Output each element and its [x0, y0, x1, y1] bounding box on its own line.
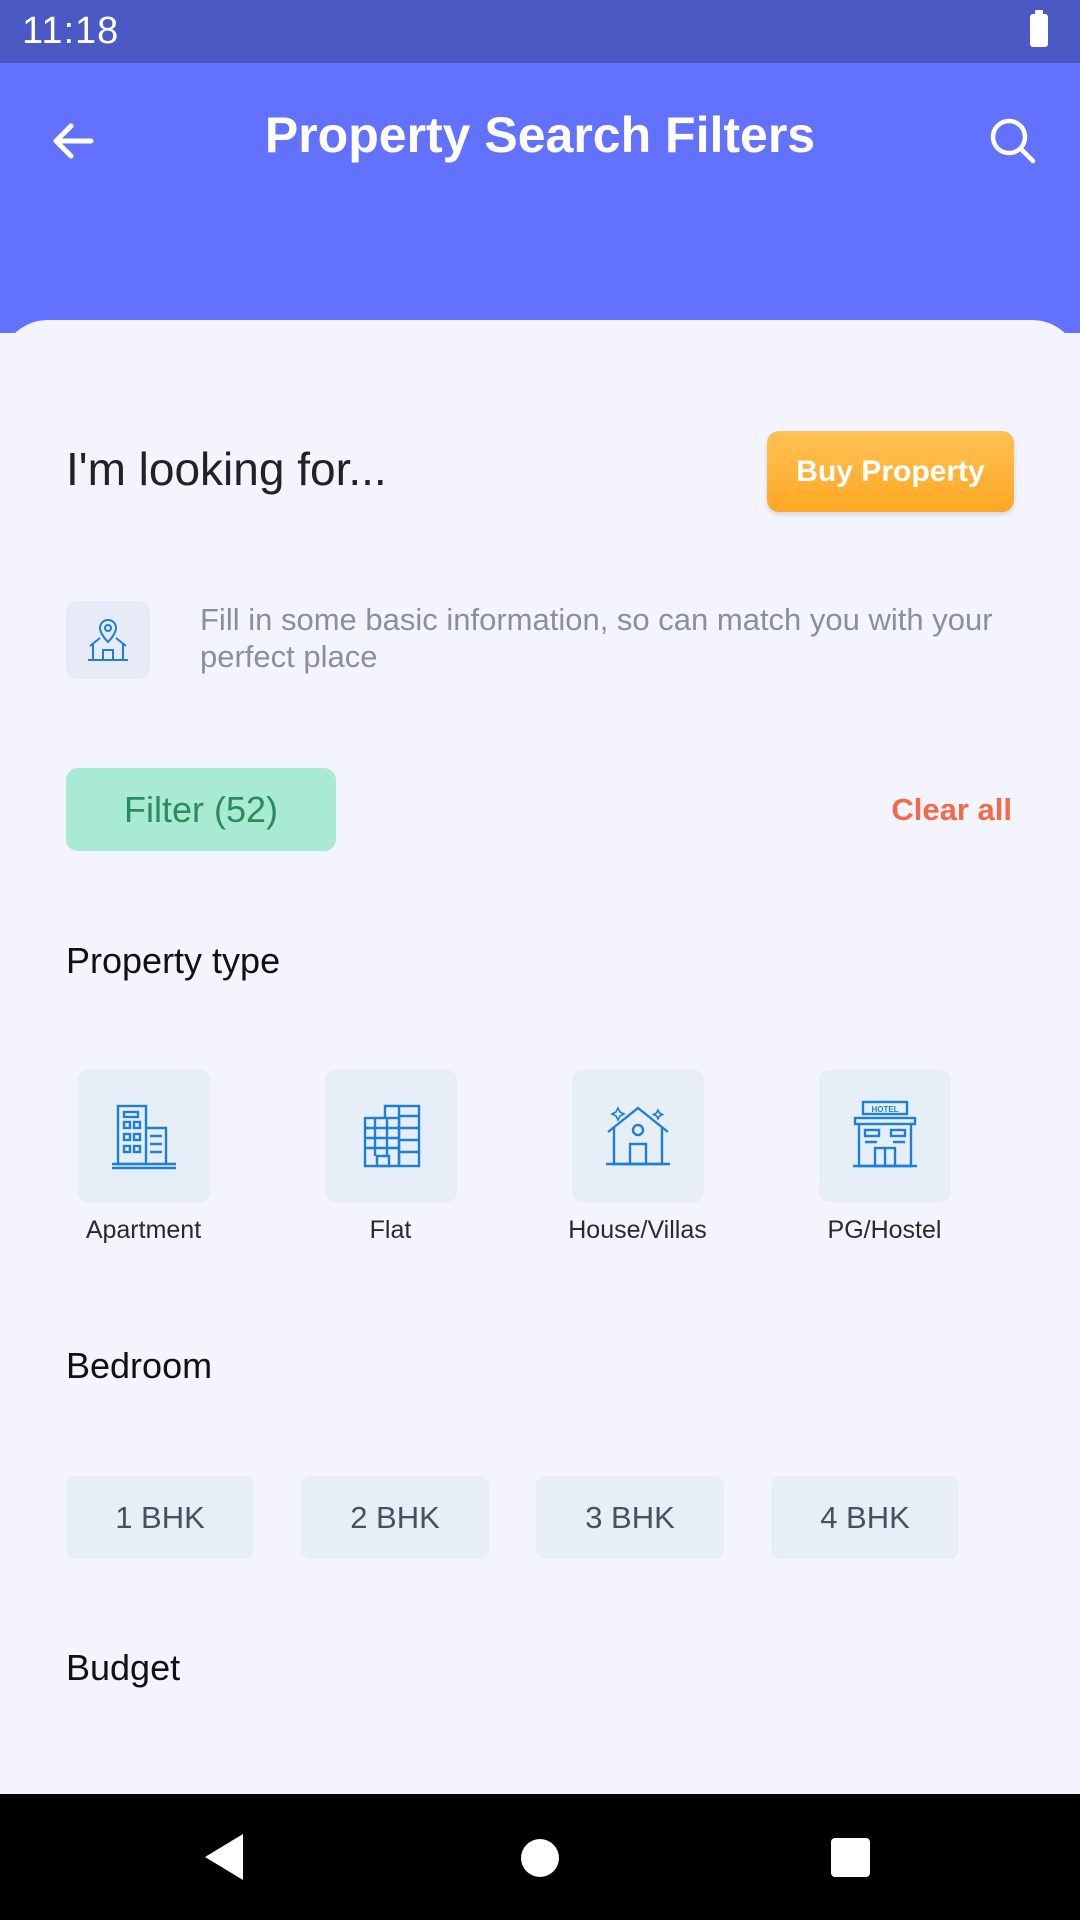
nav-home-icon[interactable]	[521, 1839, 559, 1877]
apartment-icon	[111, 1104, 176, 1170]
bhk-chip[interactable]: 1 BHK	[66, 1476, 254, 1559]
buy-property-button[interactable]: Buy Property	[767, 431, 1014, 512]
property-type-title: Property type	[66, 940, 281, 981]
search-button[interactable]	[980, 108, 1046, 174]
location-house-icon	[66, 601, 150, 679]
navigation-bar	[0, 1794, 1080, 1920]
property-type-label: House/Villas	[568, 1216, 707, 1244]
page-title: Property Search Filters	[264, 107, 816, 163]
info-text: Fill in some basic information, so can m…	[200, 602, 993, 674]
nav-back-icon[interactable]	[205, 1834, 243, 1880]
status-bar: 11:18	[0, 0, 1080, 63]
filter-count-chip[interactable]: Filter (52)	[66, 768, 336, 851]
property-type-label: PG/Hostel	[827, 1216, 942, 1244]
hostel-icon: HOTEL	[852, 1100, 917, 1168]
looking-for-heading: I'm looking for...	[66, 443, 387, 495]
search-icon	[990, 118, 1036, 164]
bhk-chip[interactable]: 3 BHK	[536, 1476, 724, 1559]
house-icon	[605, 1106, 670, 1166]
clear-all-link[interactable]: Clear all	[891, 792, 1012, 828]
property-type-label: Flat	[369, 1216, 412, 1244]
bedroom-title: Bedroom	[66, 1345, 213, 1386]
app-bar: Property Search Filters	[0, 63, 1080, 333]
property-type-hostel[interactable]: HOTEL PG/Hostel	[797, 1070, 972, 1245]
bhk-chip[interactable]: 2 BHK	[301, 1476, 489, 1559]
property-type-apartment[interactable]: Apartment	[56, 1070, 231, 1245]
bhk-chip[interactable]: 4 BHK	[771, 1476, 959, 1559]
nav-recents-icon[interactable]	[831, 1838, 870, 1877]
property-type-house[interactable]: House/Villas	[550, 1070, 725, 1245]
status-time: 11:18	[22, 10, 120, 52]
flat-icon	[363, 1104, 420, 1168]
battery-icon	[1030, 10, 1048, 47]
budget-title: Budget	[66, 1647, 181, 1688]
property-type-flat[interactable]: Flat	[303, 1070, 478, 1245]
property-type-label: Apartment	[85, 1216, 202, 1244]
hotel-sign-text: HOTEL	[871, 1105, 898, 1114]
filter-sheet: I'm looking for... Buy Property Fill in …	[0, 320, 1080, 1794]
